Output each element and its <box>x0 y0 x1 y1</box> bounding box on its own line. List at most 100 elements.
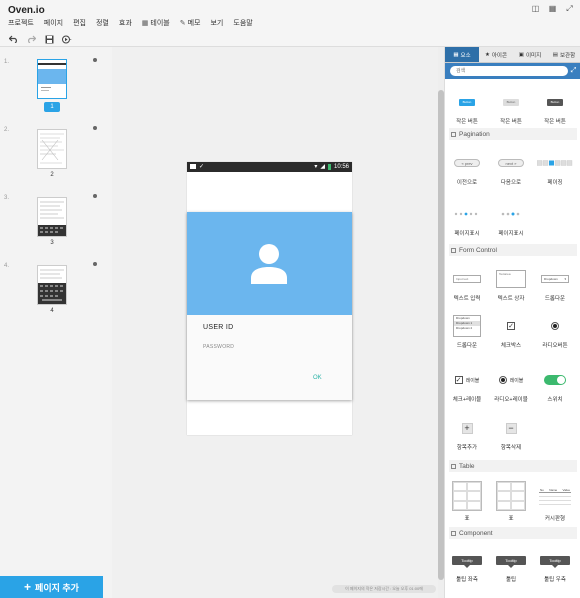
element-table-2[interactable]: 표 <box>491 479 531 522</box>
menu-view[interactable]: 보기 <box>210 18 223 28</box>
element-label: 드롭다운 <box>456 343 478 349</box>
element-small-button-blue[interactable]: Button 작은 버튼 <box>447 89 487 129</box>
page-menu-dot[interactable] <box>93 126 97 130</box>
design-canvas[interactable]: ✓ ▾ ◢ 10:56 USER ID PASSWORD OK 이 페이지의 작… <box>112 47 438 598</box>
section-component[interactable]: Component <box>449 527 577 539</box>
page-label: 1 <box>44 102 60 112</box>
element-page-indicator[interactable]: 페이지표시 <box>447 201 487 241</box>
element-remove-item[interactable]: − 항목삭제 <box>491 415 531 455</box>
redo-icon[interactable] <box>26 34 36 44</box>
ok-button[interactable]: OK <box>313 375 322 381</box>
element-small-button-grey[interactable]: Button 작은 버튼 <box>491 89 531 129</box>
page-menu-dot[interactable] <box>93 262 97 266</box>
checkbox-preview: ✓ <box>454 376 463 384</box>
tab-storage[interactable]: ▤ 보관함 <box>547 47 580 62</box>
element-add-item[interactable]: + 항목추가 <box>447 415 487 455</box>
undo-icon[interactable] <box>8 34 18 44</box>
section-pagination[interactable]: Pagination <box>449 128 577 140</box>
chevron-down-icon: ▾ <box>564 277 566 281</box>
table-header: No <box>540 487 544 492</box>
element-dropdown[interactable]: Dropdown ▾ 드롭다운 <box>535 266 575 306</box>
element-table-1[interactable]: 표 <box>447 479 487 522</box>
element-radio[interactable]: 라디오버튼 <box>535 313 575 353</box>
menu-page[interactable]: 페이지 <box>44 18 63 28</box>
login-dialog[interactable]: USER ID PASSWORD OK <box>187 212 352 400</box>
status-bar: ✓ ▾ ◢ 10:56 <box>187 162 352 172</box>
page-list: 1. 1 2. 2 3. 3 4. 4 <box>0 47 112 598</box>
save-icon[interactable] <box>44 34 54 44</box>
element-board-table[interactable]: No Name Value 커시판형 <box>535 479 575 522</box>
table-header: Value <box>562 487 570 492</box>
element-radio-label[interactable]: 레이블 라디오+레이블 <box>491 367 531 407</box>
menu-edit[interactable]: 편집 <box>73 18 86 28</box>
panel-layout-icon[interactable]: ◫ <box>531 4 540 13</box>
radio-preview <box>551 322 559 330</box>
section-form-control[interactable]: Form Control <box>449 244 577 256</box>
menu-bar: 프로젝트 페이지 편집 정렬 효과 ▦ 테이블 ✎ 메모 보기 도움말 <box>8 18 263 28</box>
tooltip-preview: Tooltip <box>540 555 570 568</box>
tooltip-preview: Tooltip <box>452 555 482 568</box>
page-number: 4. <box>4 263 10 269</box>
menu-memo[interactable]: ✎ 메모 <box>180 18 201 28</box>
wifi-icon: ▾ <box>314 164 318 170</box>
section-title: Component <box>459 529 493 537</box>
page-thumbnail[interactable] <box>37 197 67 237</box>
grid-icon[interactable]: ▦ <box>548 4 557 13</box>
next-preview: next » <box>498 159 524 167</box>
element-label: 라디오버튼 <box>542 343 568 349</box>
page-menu-dot[interactable] <box>93 194 97 198</box>
play-icon[interactable] <box>62 34 72 44</box>
page-thumbnail[interactable] <box>37 265 67 305</box>
element-paging[interactable]: 페이징 <box>535 150 575 190</box>
input-preview: Input text <box>453 275 481 283</box>
expand-icon[interactable]: ⤢ <box>569 66 578 75</box>
preview-label: 레이블 <box>465 377 480 384</box>
element-next[interactable]: next » 다음으로 <box>491 150 531 190</box>
tab-label: 이미지 <box>526 52 542 59</box>
element-checkbox-label[interactable]: ✓ 레이블 체크+레이블 <box>447 367 487 407</box>
collapse-icon <box>451 247 456 253</box>
menu-help[interactable]: 도움말 <box>233 18 252 28</box>
element-label: 작은 버튼 <box>544 119 566 125</box>
button-preview: Button <box>459 98 475 106</box>
tooltip-preview: Tooltip <box>496 555 526 568</box>
search-bar: ⤢ <box>445 63 580 79</box>
element-checkbox[interactable]: ✓ 체크박스 <box>491 313 531 353</box>
table-preview <box>452 481 482 511</box>
collapse-icon <box>451 463 456 469</box>
element-prev[interactable]: « prev 이전으로 <box>447 150 487 190</box>
menu-project[interactable]: 프로젝트 <box>8 18 34 28</box>
menu-align[interactable]: 정렬 <box>96 18 109 28</box>
element-switch[interactable]: 스위치 <box>535 367 575 407</box>
element-text-input[interactable]: Input text 텍스트 입력 <box>447 266 487 306</box>
element-tooltip[interactable]: Tooltip 툴팁 <box>491 547 531 587</box>
preview-label: 레이블 <box>509 377 524 384</box>
list-option: Dropdown 2 <box>456 326 473 330</box>
menu-table[interactable]: ▦ 테이블 <box>142 18 170 28</box>
element-small-button-dark[interactable]: Button 작은 버튼 <box>535 89 575 129</box>
add-page-button[interactable]: + 페이지 추가 <box>0 576 103 598</box>
dialog-header <box>187 212 352 315</box>
tab-icons[interactable]: ★ 아이콘 <box>479 47 513 62</box>
element-tooltip-right[interactable]: Tooltip 툴팁 우측 <box>535 547 575 587</box>
element-page-indicator-2[interactable]: 페이지표시 <box>491 201 531 241</box>
tab-elements[interactable]: ▦ 요소 <box>445 47 479 62</box>
menu-effect[interactable]: 효과 <box>119 18 132 28</box>
fullscreen-icon[interactable]: ⤢ <box>565 4 574 13</box>
section-table[interactable]: Table <box>449 460 577 472</box>
element-tooltip-left[interactable]: Tooltip 툴팁 좌측 <box>447 547 487 587</box>
password-field[interactable]: PASSWORD <box>203 344 234 350</box>
tab-images[interactable]: ▣ 이미지 <box>513 47 547 62</box>
userid-field[interactable]: USER ID <box>203 324 234 331</box>
page-thumbnail[interactable] <box>37 129 67 169</box>
element-dropdown-list[interactable]: Dropdown Dropdown 1 Dropdown 2 드롭다운 <box>447 313 487 353</box>
page-thumbnail[interactable] <box>37 59 67 99</box>
minus-icon: − <box>505 422 517 434</box>
page-number: 2. <box>4 127 10 133</box>
element-textarea[interactable]: Textarea 텍스트 상자 <box>491 266 531 306</box>
search-input[interactable] <box>450 66 568 76</box>
page-menu-dot[interactable] <box>93 58 97 62</box>
section-title: Pagination <box>459 130 490 138</box>
button-preview: Button <box>503 98 519 106</box>
element-label: 페이지표시 <box>498 231 524 237</box>
